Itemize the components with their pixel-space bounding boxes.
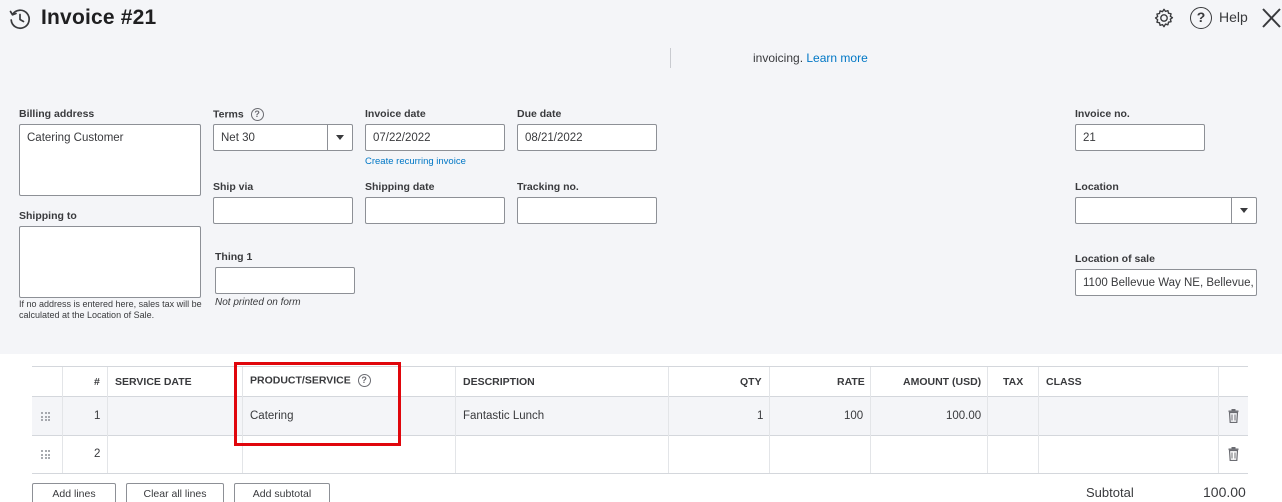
billing-address-field[interactable]: Catering Customer: [19, 124, 201, 196]
invoice-date-label: Invoice date: [365, 108, 426, 120]
chevron-down-icon: [1240, 208, 1248, 213]
col-divider: [987, 367, 988, 473]
row-description[interactable]: Fantastic Lunch: [463, 410, 544, 422]
shipping-date-label: Shipping date: [365, 181, 435, 193]
settings-gear-icon[interactable]: [1153, 7, 1175, 29]
recent-transactions-icon[interactable]: [8, 7, 32, 31]
row-divider: [32, 473, 1248, 474]
row-divider: [32, 435, 1248, 436]
terms-label: Terms ?: [213, 108, 264, 121]
drag-handle-icon[interactable]: [41, 412, 50, 421]
col-header-service-date: SERVICE DATE: [115, 376, 192, 388]
tracking-no-field[interactable]: [517, 197, 657, 224]
shipping-date-field[interactable]: [365, 197, 505, 224]
col-divider: [62, 367, 63, 473]
chevron-down-icon: [336, 135, 344, 140]
col-header-class: CLASS: [1046, 376, 1082, 388]
ship-via-field[interactable]: [213, 197, 353, 224]
terms-help-icon[interactable]: ?: [250, 108, 264, 121]
col-header-amount: AMOUNT (USD): [903, 376, 982, 388]
add-lines-button[interactable]: Add lines: [32, 483, 116, 502]
table-top-border: [32, 366, 1248, 367]
delete-row-icon[interactable]: [1228, 409, 1239, 423]
col-header-description: DESCRIPTION: [463, 376, 535, 388]
terms-value: Net 30: [221, 131, 255, 144]
col-divider: [1218, 367, 1219, 473]
location-select[interactable]: [1075, 197, 1257, 224]
col-divider: [455, 367, 456, 473]
close-icon[interactable]: [1260, 6, 1282, 30]
help-link[interactable]: Help: [1219, 9, 1248, 25]
location-of-sale-label: Location of sale: [1075, 253, 1155, 265]
col-divider: [107, 367, 108, 473]
row-num: 1: [94, 410, 101, 422]
shipping-to-field[interactable]: [19, 226, 201, 298]
thing1-field[interactable]: [215, 267, 355, 294]
terms-dropdown-button[interactable]: [327, 125, 352, 150]
col-header-num: #: [94, 376, 100, 388]
add-subtotal-button[interactable]: Add subtotal: [234, 483, 330, 502]
col-divider: [1038, 367, 1039, 473]
shipping-note: If no address is entered here, sales tax…: [19, 299, 202, 320]
product-service-highlight: [234, 362, 401, 446]
help-icon[interactable]: ?: [1190, 7, 1212, 29]
location-dropdown-button[interactable]: [1231, 198, 1256, 223]
clear-all-lines-button[interactable]: Clear all lines: [126, 483, 224, 502]
drag-handle-icon[interactable]: [41, 450, 50, 459]
due-date-field[interactable]: 08/21/2022: [517, 124, 657, 151]
terms-select[interactable]: Net 30: [213, 124, 353, 151]
table-row[interactable]: [32, 397, 1248, 435]
col-divider: [668, 367, 669, 473]
notice-text: invoicing.: [753, 51, 804, 65]
page-title: Invoice #21: [41, 6, 157, 29]
thing1-label: Thing 1: [215, 251, 253, 263]
notice-divider: [670, 48, 671, 68]
tracking-no-label: Tracking no.: [517, 181, 579, 193]
delete-row-icon[interactable]: [1228, 447, 1239, 461]
shipping-to-label: Shipping to: [19, 210, 77, 222]
location-label: Location: [1075, 181, 1119, 193]
col-header-qty: QTY: [740, 376, 762, 388]
billing-address-label: Billing address: [19, 108, 95, 120]
col-header-tax: TAX: [1003, 376, 1024, 388]
invoice-no-field[interactable]: 21: [1075, 124, 1205, 151]
invoice-no-label: Invoice no.: [1075, 108, 1130, 120]
row-rate[interactable]: 100: [844, 410, 863, 422]
col-header-rate: RATE: [837, 376, 865, 388]
create-recurring-invoice-link[interactable]: Create recurring invoice: [365, 156, 466, 167]
row-qty[interactable]: 1: [757, 410, 763, 422]
ship-via-label: Ship via: [213, 181, 254, 193]
thing1-note: Not printed on form: [215, 297, 301, 308]
subtotal-value: 100.00: [1203, 484, 1246, 500]
col-divider: [769, 367, 770, 473]
location-of-sale-field[interactable]: 1100 Bellevue Way NE, Bellevue, W: [1075, 269, 1257, 296]
invoice-date-field[interactable]: 07/22/2022: [365, 124, 505, 151]
row-num: 2: [94, 448, 101, 460]
terms-label-text: Terms: [213, 108, 244, 121]
col-divider: [870, 367, 871, 473]
row-amount[interactable]: 100.00: [946, 410, 981, 422]
learn-more-link[interactable]: Learn more: [806, 51, 867, 65]
subtotal-label: Subtotal: [1086, 485, 1134, 500]
due-date-label: Due date: [517, 108, 562, 120]
invoicing-notice: invoicing. Learn more: [753, 51, 868, 65]
